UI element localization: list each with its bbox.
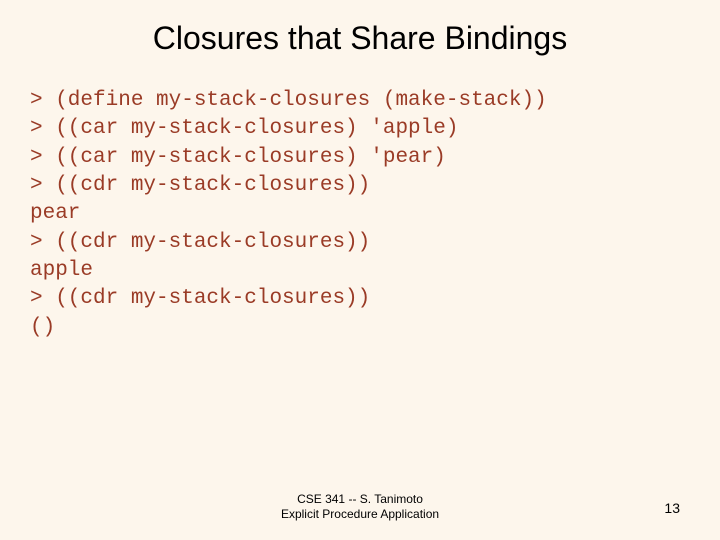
footer-line-1: CSE 341 -- S. Tanimoto xyxy=(0,492,720,507)
footer-center: CSE 341 -- S. Tanimoto Explicit Procedur… xyxy=(0,492,720,522)
footer-line-2: Explicit Procedure Application xyxy=(0,507,720,522)
code-block: > (define my-stack-closures (make-stack)… xyxy=(0,67,720,342)
slide: Closures that Share Bindings > (define m… xyxy=(0,0,720,540)
slide-title: Closures that Share Bindings xyxy=(0,0,720,67)
page-number: 13 xyxy=(664,500,680,516)
